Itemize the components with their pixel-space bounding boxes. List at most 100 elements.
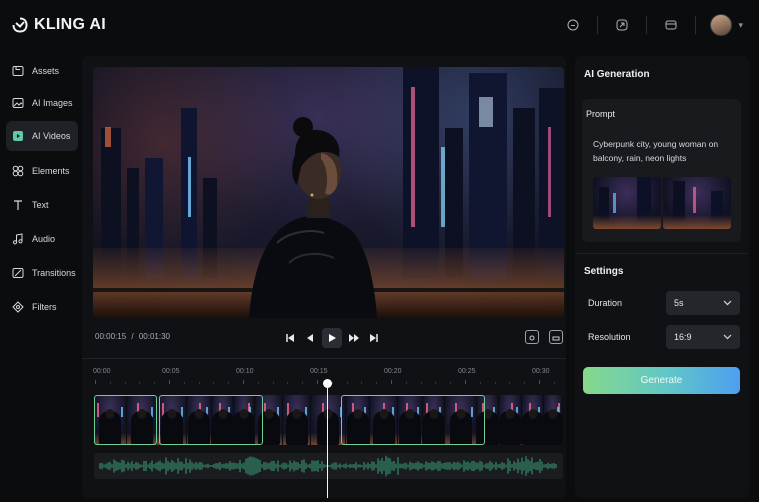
sidebar: Assets AI Images AI Videos Elements Text…	[0, 56, 82, 502]
video-frame-thumbnail	[255, 395, 283, 445]
chevron-down-icon	[723, 300, 732, 306]
fast-forward-icon	[349, 334, 359, 342]
resolution-select[interactable]: 16:9	[666, 325, 740, 349]
audio-track[interactable]	[94, 453, 563, 479]
play-button[interactable]	[322, 328, 342, 348]
prompt-text[interactable]: Cyberpunk city, young woman on balcony, …	[593, 137, 733, 165]
image-icon	[12, 98, 24, 108]
sidebar-item-ai-videos[interactable]: AI Videos	[6, 121, 78, 151]
tick-mark	[391, 380, 392, 384]
tick-mark	[376, 382, 378, 384]
chevron-down-icon[interactable]: ▾	[738, 20, 743, 31]
time-separator: /	[131, 332, 134, 341]
rewind-button[interactable]	[300, 328, 320, 348]
tick-mark	[450, 382, 452, 384]
divider	[575, 253, 749, 254]
neon-light	[693, 187, 696, 213]
neon-light	[613, 193, 616, 213]
playback-controls: 00:00:15 / 00:01:30	[93, 326, 564, 350]
tick-mark	[539, 380, 540, 384]
tick-mark	[228, 382, 230, 384]
resolution-value: 16:9	[674, 332, 692, 342]
tick-mark	[213, 382, 215, 384]
app-logo[interactable]: KLING AI	[12, 16, 106, 34]
snapshot-button[interactable]	[525, 330, 539, 344]
tick-mark	[524, 382, 526, 384]
woman-figure	[249, 117, 377, 318]
timecode: 00:00:15 / 00:01:30	[95, 332, 170, 341]
tick-mark	[420, 382, 422, 384]
neon-light	[548, 127, 551, 217]
sidebar-item-label: Text	[32, 200, 49, 210]
video-frame-thumbnail	[346, 395, 370, 445]
video-preview[interactable]	[93, 67, 564, 318]
sidebar-item-transitions[interactable]: Transitions	[6, 258, 78, 288]
tick-mark	[243, 380, 244, 384]
sidebar-item-audio[interactable]: Audio	[6, 224, 78, 254]
fullscreen-button[interactable]	[549, 330, 563, 344]
transitions-icon	[12, 268, 24, 278]
tick-mark	[95, 380, 96, 384]
skip-to-end-button[interactable]	[364, 328, 384, 348]
video-track[interactable]	[94, 395, 563, 445]
video-frame-thumbnail	[187, 395, 212, 445]
tick-label: 00:20	[384, 368, 402, 375]
top-bar: KLING AI ▾	[0, 0, 759, 56]
skip-start-icon	[286, 334, 294, 342]
divider	[646, 16, 648, 34]
duration-value: 5s	[674, 298, 684, 308]
skip-to-start-button[interactable]	[280, 328, 300, 348]
sidebar-item-label: Elements	[32, 166, 70, 176]
tick-label: 00:30	[532, 368, 550, 375]
tick-mark	[198, 382, 200, 384]
current-time: 00:00:15	[95, 332, 127, 341]
tick-label: 00:05	[162, 368, 180, 375]
video-frame-thumbnail	[283, 395, 311, 445]
playhead[interactable]	[327, 382, 328, 498]
avatar[interactable]	[710, 14, 733, 36]
generate-button[interactable]: Generate	[583, 367, 740, 394]
tick-mark	[109, 382, 111, 384]
tick-mark	[509, 382, 511, 384]
neon-light	[479, 97, 493, 127]
fast-forward-button[interactable]	[344, 328, 364, 348]
video-frame-thumbnail	[94, 395, 127, 445]
sidebar-item-elements[interactable]: Elements	[6, 156, 78, 186]
sidebar-item-label: AI Images	[32, 98, 73, 108]
video-frame-thumbnail	[127, 395, 157, 445]
city-lights	[593, 215, 661, 229]
share-icon[interactable]	[612, 15, 632, 35]
text-icon	[14, 200, 22, 210]
audio-waveform	[99, 455, 557, 477]
notification-icon[interactable]	[661, 15, 681, 35]
ai-generation-panel: AI Generation Prompt Cyberpunk city, you…	[575, 56, 749, 498]
sidebar-item-label: AI Videos	[32, 131, 71, 141]
neon-light	[441, 147, 445, 227]
sidebar-item-text[interactable]: Text	[6, 190, 78, 220]
tick-mark	[183, 382, 185, 384]
fullscreen-icon	[552, 336, 560, 341]
neon-light	[411, 87, 415, 227]
video-frame-thumbnail	[522, 395, 544, 445]
app-title: KLING AI	[34, 16, 107, 33]
prompt-card[interactable]: Prompt Cyberpunk city, young woman on ba…	[582, 99, 741, 242]
total-time: 00:01:30	[138, 332, 170, 341]
tick-mark	[405, 382, 407, 384]
duration-select[interactable]: 5s	[666, 291, 740, 315]
sidebar-item-assets[interactable]: Assets	[6, 56, 78, 86]
building	[403, 67, 439, 278]
divider	[597, 16, 599, 34]
tick-label: 00:15	[310, 368, 328, 375]
video-frame-thumbnail	[423, 395, 445, 445]
video-frame-thumbnail	[157, 395, 187, 445]
video-frame-thumbnail	[499, 395, 522, 445]
reference-image-thumbnail[interactable]	[593, 177, 661, 229]
skip-end-icon	[370, 334, 378, 342]
sidebar-item-ai-images[interactable]: AI Images	[6, 88, 78, 118]
sidebar-item-filters[interactable]: Filters	[6, 292, 78, 322]
tick-mark	[302, 382, 304, 384]
reference-image-thumbnail[interactable]	[663, 177, 731, 229]
neon-light	[105, 127, 111, 147]
duration-label: Duration	[588, 298, 623, 308]
tiktok-icon[interactable]	[563, 15, 583, 35]
